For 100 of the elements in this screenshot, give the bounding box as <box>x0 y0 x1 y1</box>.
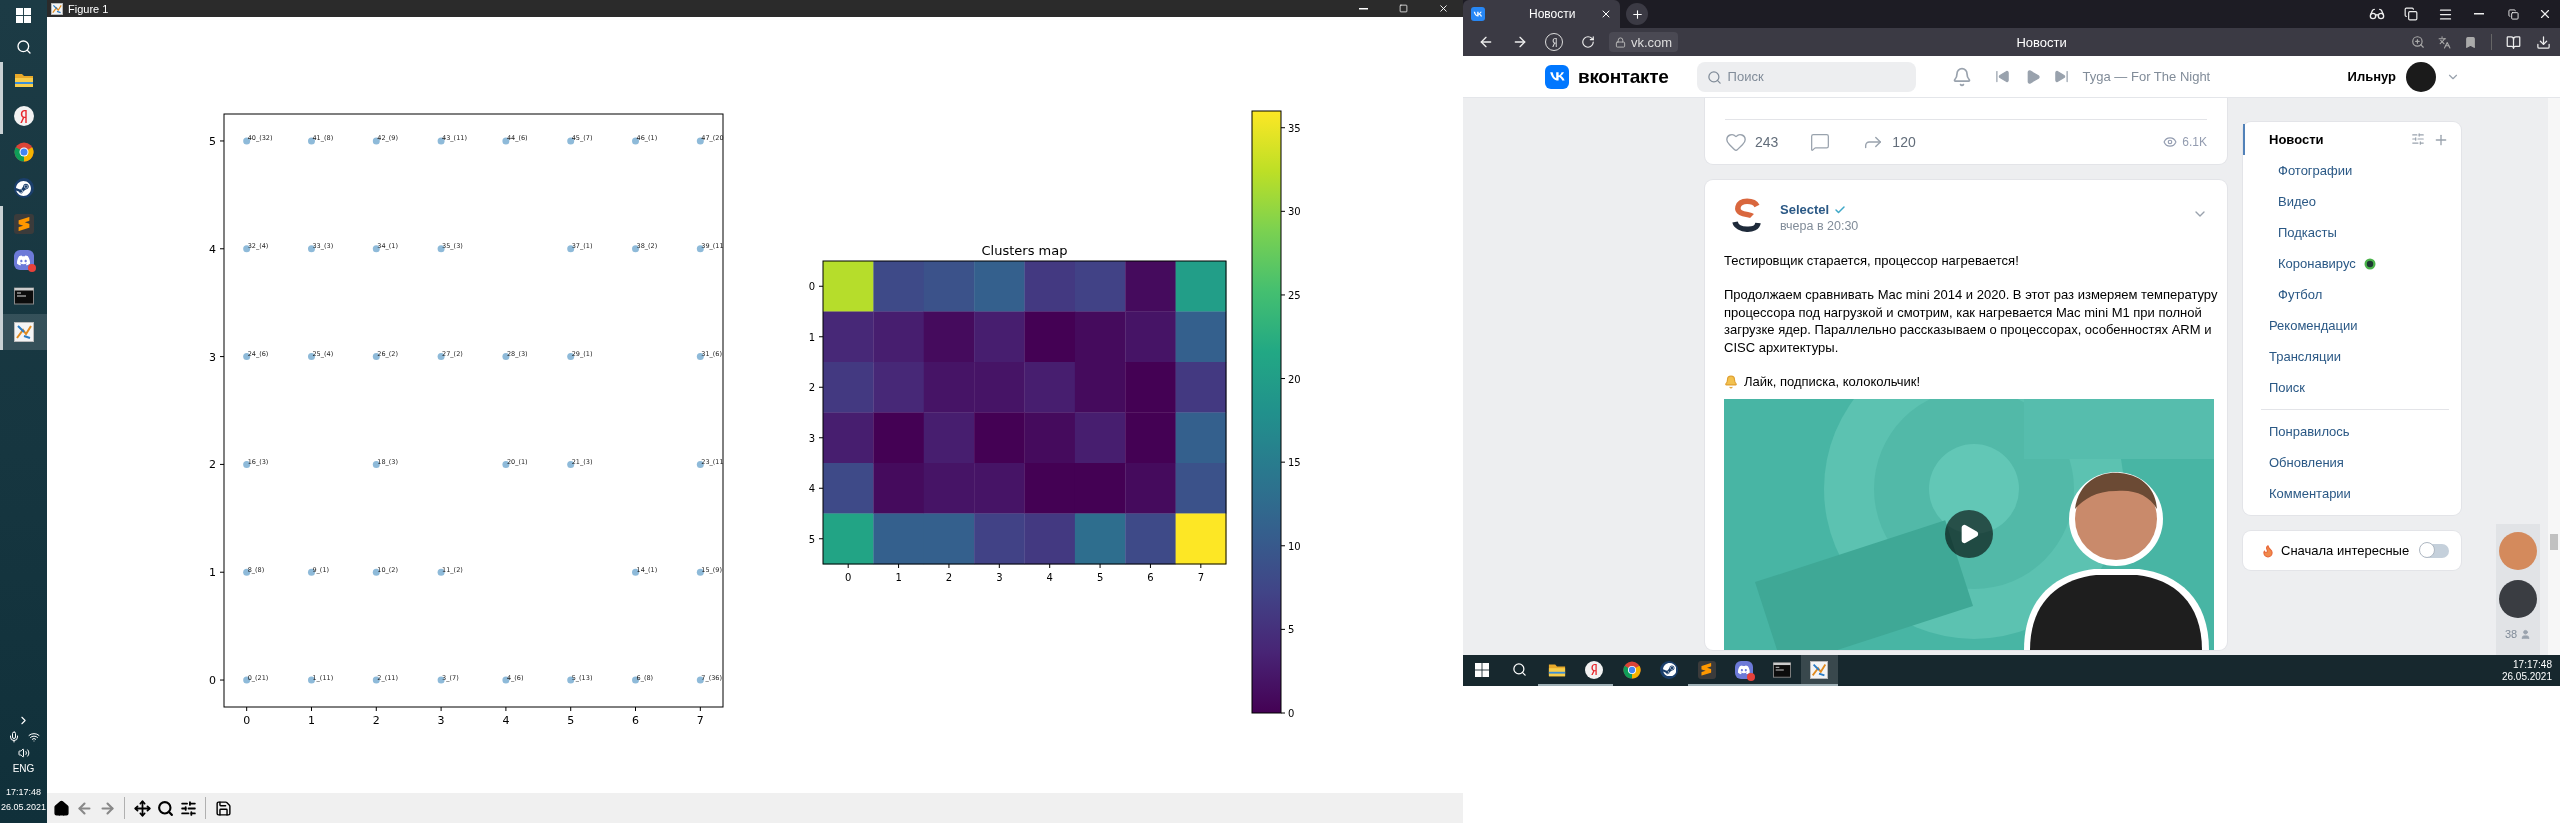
tick-label: 0 <box>808 281 815 293</box>
tick-label: 5 <box>1096 572 1104 583</box>
taskbar-button[interactable] <box>0 314 47 350</box>
tick-label: 0 <box>243 714 251 727</box>
tick-label: 1 <box>808 331 815 343</box>
new-tab-button[interactable] <box>1626 3 1648 25</box>
tick-label: 6 <box>632 714 639 727</box>
author-name[interactable]: Selectel <box>1780 202 1830 217</box>
menu-item[interactable]: Понравилось <box>2243 416 2461 447</box>
plus-icon <box>1630 7 1644 21</box>
search-field[interactable]: Поиск <box>1696 61 1916 92</box>
browser-tab[interactable]: Новости <box>1463 0 1620 28</box>
comment-button[interactable] <box>1810 132 1831 152</box>
search-icon <box>1706 69 1722 85</box>
menu-item[interactable]: Футбол <box>2243 279 2461 310</box>
track-title[interactable]: Tyga — For The Night <box>2082 69 2211 84</box>
book-icon <box>2505 34 2521 50</box>
next-button[interactable] <box>2053 69 2069 84</box>
menu-icon <box>2437 6 2453 22</box>
tick-label: 4 <box>209 242 216 256</box>
menu-item[interactable]: Рекомендации <box>2243 310 2461 341</box>
minimize-icon <box>1358 7 1368 10</box>
tick-label: 20 <box>1288 373 1301 385</box>
heart-icon <box>1725 131 1747 153</box>
arrow-left-icon <box>1478 34 1494 50</box>
bell-icon <box>1724 374 1738 389</box>
taskbar-button[interactable] <box>1800 655 1838 686</box>
start-icon <box>1474 662 1489 677</box>
menu-item[interactable]: Коронавирус <box>2243 248 2461 279</box>
tick-label: 4 <box>502 714 510 727</box>
person-icon <box>2520 628 2532 640</box>
language-indicator[interactable]: ENG <box>12 763 35 776</box>
save-icon <box>214 799 232 817</box>
download-icon <box>2535 34 2551 50</box>
search-icon <box>156 799 174 817</box>
home-icon <box>52 799 70 817</box>
clock-date: 26.05.2021 <box>2501 670 2552 683</box>
share-button[interactable]: 120 <box>1862 131 1916 153</box>
move-icon <box>133 799 151 817</box>
sliders-icon <box>179 799 197 817</box>
window-title: Figure 1 <box>68 2 109 15</box>
menu-item[interactable]: Видео <box>2243 186 2461 217</box>
toggle-switch[interactable] <box>2421 543 2449 558</box>
figure-icon <box>13 322 34 342</box>
terminal-icon <box>1772 660 1791 679</box>
arrow-right-icon <box>1512 34 1528 50</box>
menu-item[interactable]: Комментарии <box>2243 478 2461 509</box>
tick-label: 1 <box>895 572 902 583</box>
url-field[interactable]: vk.com <box>1609 32 1679 52</box>
user-avatar[interactable] <box>2406 61 2436 92</box>
bookmark-icon <box>2463 35 2477 49</box>
copy-icon <box>2404 7 2418 21</box>
like-button[interactable]: 243 <box>1725 131 1779 153</box>
menu-item[interactable]: Трансляции <box>2243 341 2461 372</box>
figure-icon <box>1810 660 1829 679</box>
tick-label: 3 <box>996 572 1003 583</box>
notifications-button[interactable] <box>1951 66 1972 87</box>
microphone-icon[interactable] <box>7 731 20 744</box>
y-logo-icon <box>1585 660 1604 679</box>
contact-avatar[interactable] <box>2499 580 2537 618</box>
tick-label: 7 <box>696 714 704 727</box>
sublime-icon <box>1697 660 1716 679</box>
menu-item[interactable]: Обновления <box>2243 447 2461 478</box>
chat-app-icon <box>13 250 34 270</box>
play-button[interactable] <box>1945 510 1993 559</box>
maximize-icon <box>1398 4 1408 13</box>
tick-label: 30 <box>1288 206 1301 218</box>
menu-item[interactable]: Фотографии <box>2243 155 2461 186</box>
chat-app-icon <box>1735 660 1754 679</box>
flame-icon <box>2261 543 2275 558</box>
volume-icon[interactable] <box>17 747 30 760</box>
menu-item[interactable]: Подкасты <box>2243 217 2461 248</box>
site-logo: вконтакте <box>1578 65 1669 88</box>
post-text: Продолжаем сравнивать Mac mini 2014 и 2020. В этот раз измеряем температуру процессора под нагрузкой и смотрим, как нагревается Mac mini M1 при полной загрузке ядер. Параллельно рассказываем о процессорах, особенностях ARM и CISC архитектуры. <box>1724 285 2219 357</box>
chart-title: Clusters map <box>981 243 1068 258</box>
search-icon <box>1511 662 1527 677</box>
tick-label: 1 <box>308 714 315 727</box>
tick-label: 35 <box>1288 122 1301 134</box>
minimize-icon <box>2474 13 2484 15</box>
tick-label: 0 <box>845 572 852 583</box>
close-icon <box>1437 3 1449 14</box>
tick-label: 2 <box>945 572 953 583</box>
tick-label: 10 <box>1288 540 1301 552</box>
tick-label: 3 <box>209 350 216 364</box>
previous-button[interactable] <box>1994 69 2010 84</box>
zoom-icon <box>2411 35 2425 49</box>
tick-label: 6 <box>1147 572 1154 583</box>
tick-label: 2 <box>372 714 380 727</box>
post-time[interactable]: вчера в 20:30 <box>1780 219 1859 233</box>
user-name[interactable]: Ильнур <box>2347 69 2396 84</box>
tick-label: 7 <box>1197 572 1204 583</box>
page-title: Новости <box>2015 34 2068 50</box>
tick-label: 0 <box>209 674 216 688</box>
sublime-icon <box>13 214 34 234</box>
tick-label: 4 <box>1046 572 1053 583</box>
chrome-icon <box>13 142 34 162</box>
menu-item[interactable]: Поиск <box>2243 372 2461 403</box>
close-tab-icon[interactable] <box>1600 8 1612 20</box>
steam-icon <box>1660 660 1679 679</box>
tick-label: 1 <box>209 566 216 580</box>
